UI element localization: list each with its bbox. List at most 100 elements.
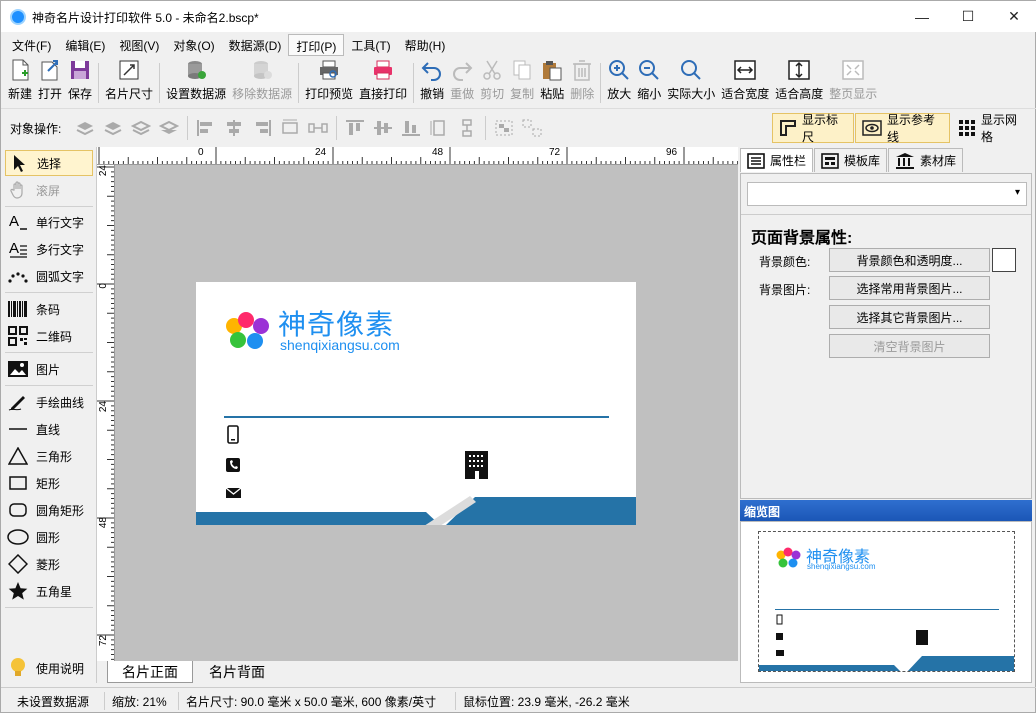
object-selector-combo[interactable]: ▾ [747, 182, 1027, 206]
paste-button[interactable]: 粘贴 [537, 59, 567, 107]
tab-templates[interactable]: 模板库 [814, 148, 888, 172]
svg-text:A: A [9, 213, 19, 230]
tab-properties[interactable]: 属性栏 [740, 148, 814, 172]
bg-image-clear-button[interactable]: 清空背景图片 [829, 334, 990, 358]
tool-image[interactable]: 图片 [5, 356, 93, 382]
fit-width-button[interactable]: 适合宽度 [718, 59, 772, 107]
image-icon [5, 360, 31, 378]
actual-size-button[interactable]: 实际大小 [664, 59, 718, 107]
align-right-icon[interactable] [251, 117, 273, 139]
menu-datasource[interactable]: 数据源(D) [222, 34, 289, 56]
same-width-icon[interactable] [279, 117, 301, 139]
envelope-icon[interactable] [225, 487, 242, 498]
save-button[interactable]: 保存 [65, 59, 95, 107]
send-to-back-icon[interactable] [158, 117, 180, 139]
tool-single-line-text[interactable]: A 单行文字 [5, 209, 93, 235]
menu-object[interactable]: 对象(O) [166, 34, 221, 56]
bg-color-button[interactable]: 背景颜色和透明度... [829, 248, 990, 272]
close-button[interactable]: ✕ [991, 1, 1036, 32]
tool-triangle[interactable]: 三角形 [5, 443, 93, 469]
align-center-icon[interactable] [223, 117, 245, 139]
bring-to-front-icon[interactable] [74, 117, 96, 139]
new-button[interactable]: 新建 [5, 59, 35, 107]
maximize-button[interactable]: ☐ [945, 1, 991, 32]
logo-dots[interactable] [226, 312, 269, 349]
building-icon[interactable] [465, 451, 488, 479]
align-top-icon[interactable] [344, 117, 366, 139]
tab-library[interactable]: 素材库 [888, 148, 964, 172]
bg-color-swatch[interactable] [992, 248, 1016, 272]
align-left-icon[interactable] [195, 117, 217, 139]
card-size-button[interactable]: 名片尺寸 [102, 59, 156, 107]
direct-print-button[interactable]: 直接打印 [356, 59, 410, 107]
show-guides-toggle[interactable]: 显示参考线 [855, 113, 950, 144]
show-ruler-toggle[interactable]: 显示标尺 [772, 113, 854, 144]
menu-tools[interactable]: 工具(T) [344, 34, 397, 56]
remove-datasource-button[interactable]: 移除数据源 [229, 59, 295, 107]
tool-freehand[interactable]: 手绘曲线 [5, 389, 93, 415]
brand-url[interactable]: shenqixiangsu.com [280, 337, 400, 353]
same-height-icon[interactable] [428, 117, 450, 139]
menu-print[interactable]: 打印(P) [288, 34, 345, 56]
zoom-out-button[interactable]: 缩小 [634, 59, 664, 107]
tool-panel: 选择 滚屏 A 单行文字 A 多行文字 圆弧文字 条码 二维码 图片 手绘曲线 … [1, 147, 97, 683]
ruler-v-label-72: 72 [98, 635, 109, 647]
mobile-phone-icon[interactable] [227, 425, 239, 444]
page-tabs: 名片正面 名片背面 [97, 661, 738, 683]
tool-arc-text[interactable]: 圆弧文字 [5, 263, 93, 289]
tool-barcode[interactable]: 条码 [5, 296, 93, 322]
tool-ellipse[interactable]: 圆形 [5, 524, 93, 550]
thumbnail-preview[interactable]: 神奇像素 shenqixiangsu.com [740, 521, 1032, 683]
bg-image-other-button[interactable]: 选择其它背景图片... [829, 305, 990, 329]
align-bottom-icon[interactable] [400, 117, 422, 139]
app-logo-icon [10, 9, 26, 25]
ruler-icon [779, 119, 797, 137]
menu-file[interactable]: 文件(F) [5, 34, 58, 56]
tab-card-back[interactable]: 名片背面 [195, 661, 279, 683]
zoom-in-button[interactable]: 放大 [604, 59, 634, 107]
help-button[interactable]: 使用说明 [5, 655, 93, 681]
copy-button[interactable]: 复制 [507, 59, 537, 107]
telephone-icon[interactable] [226, 458, 240, 472]
bring-forward-icon[interactable] [102, 117, 124, 139]
ungroup-icon[interactable] [521, 117, 543, 139]
delete-button[interactable]: 删除 [567, 59, 597, 107]
cut-button[interactable]: 剪切 [477, 59, 507, 107]
divider-line[interactable] [224, 416, 609, 418]
tool-qrcode[interactable]: 二维码 [5, 323, 93, 349]
undo-icon [421, 59, 443, 81]
group-icon[interactable] [493, 117, 515, 139]
arc-text-icon [5, 267, 31, 285]
print-preview-button[interactable]: 打印预览 [302, 59, 356, 107]
bg-image-common-button[interactable]: 选择常用背景图片... [829, 276, 990, 300]
tool-rectangle[interactable]: 矩形 [5, 470, 93, 496]
bottom-band-left[interactable] [196, 512, 441, 525]
send-backward-icon[interactable] [130, 117, 152, 139]
menu-edit[interactable]: 编辑(E) [58, 34, 112, 56]
tool-star[interactable]: 五角星 [5, 578, 93, 604]
tool-scroll[interactable]: 滚屏 [5, 177, 93, 203]
tool-rounded-rect[interactable]: 圆角矩形 [5, 497, 93, 523]
distribute-horizontal-icon[interactable] [307, 117, 329, 139]
open-button[interactable]: 打开 [35, 59, 65, 107]
tool-multi-line-text[interactable]: A 多行文字 [5, 236, 93, 262]
fit-page-button[interactable]: 整页显示 [826, 59, 880, 107]
minimize-button[interactable]: — [899, 1, 945, 32]
menu-help[interactable]: 帮助(H) [398, 34, 453, 56]
undo-button[interactable]: 撤销 [417, 59, 447, 107]
tab-card-front[interactable]: 名片正面 [107, 661, 193, 683]
app-window: 神奇名片设计打印软件 5.0 - 未命名2.bscp* — ☐ ✕ 文件(F) … [0, 0, 1036, 713]
set-datasource-button[interactable]: 设置数据源 [163, 59, 229, 107]
redo-button[interactable]: 重做 [447, 59, 477, 107]
ruler-v-label-24: 24 [98, 401, 109, 413]
distribute-vertical-icon[interactable] [456, 117, 478, 139]
menu-view[interactable]: 视图(V) [112, 34, 166, 56]
show-grid-toggle[interactable]: 显示网格 [952, 113, 1034, 144]
align-middle-icon[interactable] [372, 117, 394, 139]
fit-height-button[interactable]: 适合高度 [772, 59, 826, 107]
tool-select[interactable]: 选择 [5, 150, 93, 176]
business-card[interactable]: 神奇像素 shenqixiangsu.com [196, 282, 636, 525]
tool-line[interactable]: 直线 [5, 416, 93, 442]
tool-diamond[interactable]: 菱形 [5, 551, 93, 577]
design-canvas[interactable]: 神奇像素 shenqixiangsu.com [115, 165, 738, 662]
